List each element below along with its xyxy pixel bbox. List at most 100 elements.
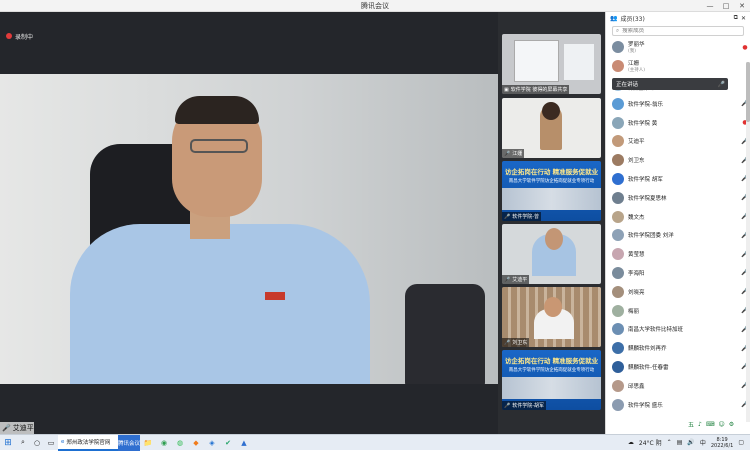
network-icon[interactable]: ▤ [677, 439, 683, 446]
member-row[interactable]: 江姗 (主持人) [606, 57, 750, 76]
clock-date: 2022/6/1 [710, 442, 734, 449]
avatar [612, 191, 624, 204]
window-titlebar: 腾讯会议 — □ ✕ [0, 0, 750, 12]
mic-icon: 🎤 [504, 213, 511, 220]
ime-toolbar-icon[interactable]: 五 [688, 420, 694, 429]
scrollbar-thumb[interactable] [746, 62, 750, 122]
ime-toolbar-icon[interactable]: ⚙ [729, 421, 734, 428]
clock[interactable]: 8:19 2022/6/1 [711, 437, 733, 449]
member-row[interactable]: 黄莹慧 🎤 [606, 245, 750, 264]
member-row[interactable]: 软件学院 胡军 🎤 [606, 170, 750, 189]
member-name: 软件学院 胡军 [628, 176, 663, 183]
member-row[interactable]: 梅丽 🎤 [606, 301, 750, 320]
ime-toolbar-icon[interactable]: ♪ [698, 421, 702, 428]
mic-icon: 🎤 [504, 276, 511, 283]
windows-taskbar: ⊞ ⌕ ○ ▭ e 郑州政法学院官网 腾讯会议 📁 ◉ ◍ ◆ ◈ ✔ ▲ ☁ … [0, 434, 750, 451]
thumbnail-video[interactable]: 🎤 刘卫东 [502, 287, 601, 347]
start-button[interactable]: ⊞ [0, 435, 16, 451]
member-name: 黄莹慧 [628, 252, 645, 259]
participant-thumbnails: ▣ 软件学院 彼得的屏幕共享 🎤 江姗 访企拓岗在行动 精准服务促就业 南昌大学… [498, 12, 605, 434]
app-icon-green-2[interactable]: ✔ [220, 435, 236, 451]
task-view-icon[interactable]: ▭ [44, 435, 58, 451]
member-row[interactable]: 刘晓亮 🎤 [606, 282, 750, 301]
member-row[interactable]: 艾迪平 🎤 [606, 132, 750, 151]
avatar [612, 398, 624, 411]
thumbnail-label: ▣ 软件学院 彼得的屏幕共享 [502, 85, 570, 94]
thumbnail-screen-share[interactable]: ▣ 软件学院 彼得的屏幕共享 [502, 34, 601, 94]
member-row[interactable]: 邱思鑫 🎤 [606, 376, 750, 395]
member-name: 魏文杰 [628, 214, 645, 221]
speaker-torso [70, 224, 370, 384]
member-search[interactable]: ⌕ [612, 26, 744, 36]
avatar [612, 360, 624, 373]
member-search-input[interactable] [622, 28, 723, 34]
maximize-button[interactable]: □ [718, 0, 734, 12]
taskbar-browser[interactable]: e 郑州政法学院官网 [58, 434, 118, 451]
avatar [612, 172, 624, 185]
cortana-icon[interactable]: ○ [30, 435, 44, 451]
speaker-badge [265, 292, 285, 300]
thumbnail-banner[interactable]: 访企拓岗在行动 精准服务促就业 南昌大学软件学院访企拓岗促就业专项行动 🎤 软件… [502, 161, 601, 221]
wechat-icon[interactable]: ◍ [172, 435, 188, 451]
mic-icon: 🎤 [504, 150, 511, 157]
banner-title: 访企拓岗在行动 精准服务促就业 [504, 357, 599, 365]
ime-toolbar[interactable]: 五 ♪ ⌨ ☺ ⚙ [688, 420, 734, 429]
members-icon: 👥 [610, 14, 618, 22]
member-name: 南昌大学软件比特加班 [628, 327, 684, 334]
avatar [612, 229, 624, 242]
notification-icon[interactable]: ▢ [738, 439, 744, 446]
member-name: 艾迪平 [628, 139, 645, 146]
ime-icon[interactable]: 中 [700, 438, 706, 447]
main-speaker-video[interactable] [0, 74, 498, 384]
banner-image [502, 188, 601, 210]
ime-toolbar-icon[interactable]: ⌨ [706, 421, 715, 428]
minimize-button[interactable]: — [702, 0, 718, 12]
tencent-meeting-icon[interactable]: ▲ [236, 435, 252, 451]
volume-icon[interactable]: 🔊 [687, 439, 694, 446]
member-row[interactable]: 软件学院-翁乐 🎤 [606, 94, 750, 113]
panel-close-icon[interactable]: ✕ [741, 15, 746, 22]
record-dot-icon [6, 33, 12, 39]
member-row[interactable]: 软件学院 盛乐 🎤 [606, 395, 750, 414]
member-row[interactable]: 罗丽华 (我) ● [606, 38, 750, 57]
camera-on-icon[interactable]: ● [740, 44, 750, 51]
member-row[interactable]: 南昌大学软件比特加班 🎤 [606, 320, 750, 339]
member-row[interactable]: 魏文杰 🎤 [606, 207, 750, 226]
ime-toolbar-icon[interactable]: ☺ [719, 421, 725, 428]
file-explorer-icon[interactable]: 📁 [140, 435, 156, 451]
avatar [612, 323, 624, 336]
member-row[interactable]: 麒麟软件-任春雷 🎤 [606, 358, 750, 377]
thumbnail-label: 🎤 软件学院-胡军 [502, 401, 547, 410]
member-row[interactable]: 麒麟软件刘再乔 🎤 [606, 339, 750, 358]
app-icon-orange[interactable]: ◆ [188, 435, 204, 451]
member-list-scrollbar[interactable] [746, 62, 750, 422]
avatar [612, 135, 624, 148]
search-icon: ⌕ [616, 27, 620, 34]
main-speaker-label: 🎤 艾迪平 [0, 422, 34, 434]
member-row[interactable]: 刘卫东 🎤 [606, 151, 750, 170]
member-row[interactable]: 软件学院夏思林 🎤 [606, 188, 750, 207]
member-name: 刘晓亮 [628, 289, 645, 296]
recording-indicator[interactable]: 录制中 [6, 30, 33, 42]
member-name: 罗丽华 (我) [628, 42, 645, 55]
window-title: 腾讯会议 [361, 2, 389, 10]
close-button[interactable]: ✕ [734, 0, 750, 12]
thumbnail-label: 🎤 江姗 [502, 149, 525, 158]
system-tray: ☁ 24°C 阴 ⌃ ▤ 🔊 中 8:19 2022/6/1 ▢ [628, 437, 750, 449]
app-icon-blue[interactable]: ◈ [204, 435, 220, 451]
banner-subtitle: 南昌大学软件学院访企拓岗促就业专项行动 [508, 179, 595, 184]
weather-text[interactable]: 24°C 阴 [639, 438, 662, 447]
tray-chevron-icon[interactable]: ⌃ [667, 439, 672, 446]
app-icon-green[interactable]: ◉ [156, 435, 172, 451]
thumbnail-video[interactable]: 🎤 江姗 [502, 98, 601, 158]
avatar [612, 60, 624, 73]
member-row[interactable]: 软件学院团委 刘洋 🎤 [606, 226, 750, 245]
search-icon[interactable]: ⌕ [16, 435, 30, 451]
mic-icon: 🎤 [504, 339, 511, 346]
popout-icon[interactable]: ⧉ [734, 14, 738, 22]
member-row[interactable]: 软件学院 黄 ● [606, 113, 750, 132]
taskbar-meeting[interactable]: 腾讯会议 [118, 434, 140, 451]
thumbnail-video[interactable]: 🎤 艾迪平 [502, 224, 601, 284]
thumbnail-banner[interactable]: 访企拓岗在行动 精准服务促就业 南昌大学软件学院访企拓岗促就业专项行动 🎤 软件… [502, 350, 601, 410]
member-row[interactable]: 李海阳 🎤 [606, 264, 750, 283]
